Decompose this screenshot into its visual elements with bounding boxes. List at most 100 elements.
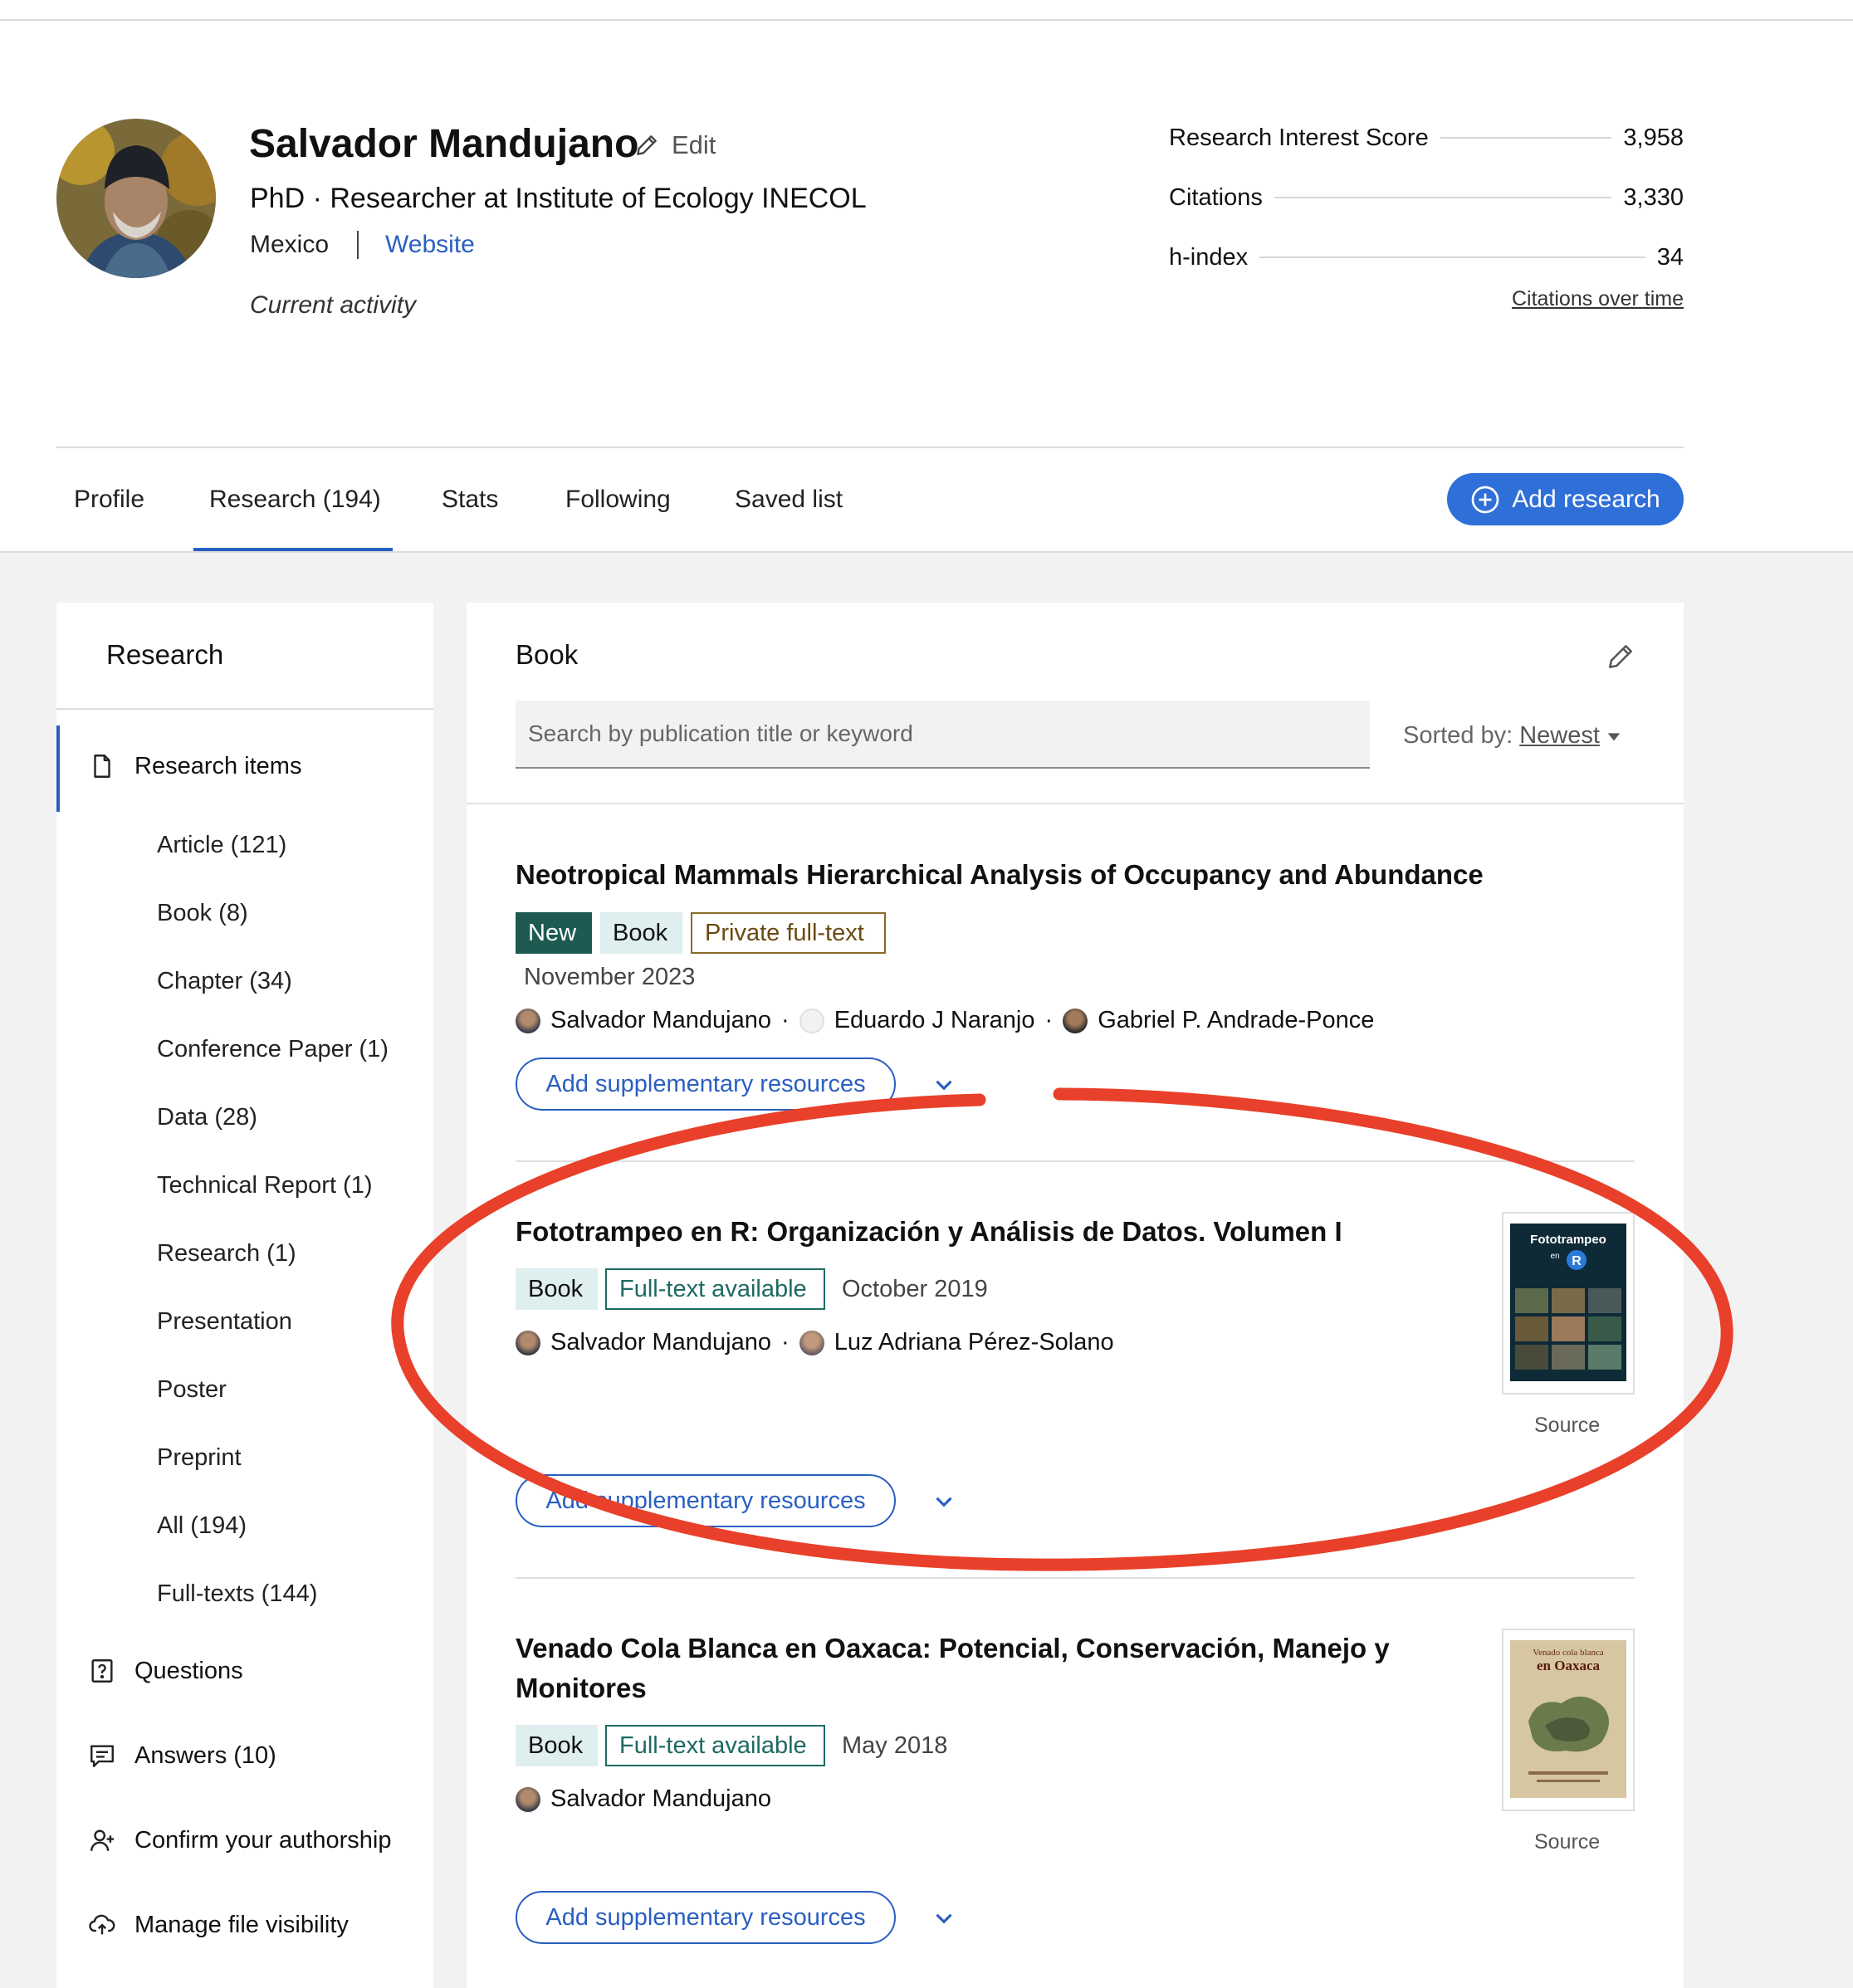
expand-button[interactable]	[930, 1487, 958, 1520]
sidebar-item-label: Manage file visibility	[134, 1911, 349, 1938]
author-name[interactable]: Gabriel P. Andrade-Ponce	[1098, 1007, 1374, 1034]
plus-circle-icon	[1471, 486, 1499, 513]
tab-profile[interactable]: Profile	[74, 486, 144, 514]
add-supplementary-resources-button[interactable]: Add supplementary resources	[516, 1474, 896, 1527]
sidebar-item-confirm-authorship[interactable]: Confirm your authorship	[88, 1826, 391, 1854]
publication-divider	[516, 1577, 1635, 1579]
full-text-available-badge: Full-text available	[605, 1268, 825, 1310]
sidebar-item-manage-file-visibility[interactable]: Manage file visibility	[88, 1911, 349, 1939]
thumbnail-source-label: Source	[1534, 1830, 1601, 1854]
pencil-icon	[1609, 645, 1632, 668]
thumbnail-source-label: Source	[1534, 1414, 1601, 1437]
author-avatar	[516, 1786, 540, 1812]
author-separator: ·	[1044, 1007, 1054, 1033]
question-icon	[91, 1659, 113, 1683]
sidebar-item-answers[interactable]: Answers (10)	[88, 1741, 276, 1770]
cover-r-logo: R	[1572, 1254, 1582, 1268]
author-separator: ·	[781, 1329, 790, 1355]
edit-label: Edit	[672, 130, 716, 159]
publication-title[interactable]: Fototrampeo en R: Organización y Análisi…	[516, 1212, 1445, 1252]
panel-title: Book	[516, 639, 579, 670]
add-supplementary-resources-button[interactable]: Add supplementary resources	[516, 1057, 896, 1111]
book-cover-thumbnail[interactable]: Fototrampeo en R	[1502, 1212, 1635, 1395]
sidebar-sub-research[interactable]: Research (1)	[157, 1240, 296, 1268]
stat-label: Citations	[1169, 183, 1263, 211]
sidebar-item-questions[interactable]: Questions	[88, 1657, 243, 1685]
answers-icon	[90, 1745, 114, 1767]
sort-label: Sorted by:	[1403, 722, 1513, 749]
tab-research[interactable]: Research (194)	[209, 486, 381, 514]
book-cover-thumbnail[interactable]: Venado cola blanca en Oaxaca	[1502, 1629, 1635, 1811]
tab-saved-list[interactable]: Saved list	[735, 486, 843, 514]
website-link[interactable]: Website	[385, 231, 475, 259]
book-badge: Book	[516, 1725, 598, 1766]
stat-citations: Citations 3,330	[1169, 181, 1684, 214]
stat-leader-line	[1259, 256, 1645, 258]
sidebar-sub-full-texts[interactable]: Full-texts (144)	[157, 1580, 317, 1608]
publication-divider	[516, 1160, 1635, 1162]
sidebar-sub-chapter[interactable]: Chapter (34)	[157, 968, 292, 995]
expand-button[interactable]	[930, 1904, 958, 1937]
location-line: Mexico Website	[250, 231, 475, 259]
document-icon	[94, 755, 110, 778]
publication-title[interactable]: Neotropical Mammals Hierarchical Analysi…	[516, 855, 1628, 895]
expand-button[interactable]	[930, 1071, 958, 1103]
edit-profile-button[interactable]: Edit	[633, 130, 716, 160]
stat-leader-line	[1274, 197, 1612, 198]
cover-title: Fototrampeo	[1530, 1233, 1606, 1247]
publication-date: October 2019	[842, 1276, 988, 1302]
caret-down-icon	[1607, 732, 1621, 740]
edit-section-button[interactable]	[1605, 641, 1636, 677]
new-badge: New	[516, 912, 592, 954]
sidebar-sub-data[interactable]: Data (28)	[157, 1104, 257, 1131]
author-name[interactable]: Salvador Mandujano	[550, 1329, 771, 1356]
sidebar-item-label: Research items	[134, 752, 302, 779]
profile-name: Salvador Mandujano	[249, 122, 639, 166]
current-activity-link[interactable]: Current activity	[250, 291, 416, 320]
chevron-down-icon	[936, 1080, 952, 1091]
author-avatar	[1063, 1008, 1088, 1033]
author-name[interactable]: Eduardo J Naranjo	[834, 1007, 1035, 1034]
author-avatar	[516, 1008, 540, 1033]
cover-subtitle: en	[1550, 1252, 1559, 1261]
sidebar-sub-book[interactable]: Book (8)	[157, 900, 248, 927]
stat-label: h-index	[1169, 243, 1249, 271]
avatar[interactable]	[56, 119, 216, 278]
add-research-button[interactable]: Add research	[1447, 473, 1684, 525]
sidebar-sub-presentation[interactable]: Presentation	[157, 1308, 292, 1336]
add-research-label: Add research	[1512, 485, 1660, 513]
author-name[interactable]: Salvador Mandujano	[550, 1007, 771, 1034]
stat-h-index: h-index 34	[1169, 241, 1684, 274]
stat-label: Research Interest Score	[1169, 124, 1429, 151]
search-input[interactable]: Search by publication title or keyword	[516, 701, 1370, 769]
publication-title[interactable]: Venado Cola Blanca en Oaxaca: Potencial,…	[516, 1629, 1429, 1708]
sidebar-divider	[56, 708, 433, 710]
sidebar-sub-preprint[interactable]: Preprint	[157, 1444, 242, 1472]
sidebar-sub-conference-paper[interactable]: Conference Paper (1)	[157, 1036, 389, 1063]
author-avatar	[516, 1330, 540, 1355]
author-avatar	[799, 1330, 824, 1355]
sidebar-item-label: Questions	[134, 1657, 243, 1684]
sidebar-title: Research	[106, 639, 224, 670]
private-full-text-badge: Private full-text	[691, 912, 886, 954]
publication-date: May 2018	[842, 1732, 948, 1759]
citations-over-time-link[interactable]: Citations over time	[1453, 287, 1684, 311]
profile-location: Mexico	[250, 231, 330, 258]
tab-following[interactable]: Following	[565, 486, 671, 514]
sidebar-sub-all[interactable]: All (194)	[157, 1512, 247, 1540]
author-name[interactable]: Luz Adriana Pérez-Solano	[834, 1329, 1114, 1356]
stat-value: 3,330	[1623, 183, 1684, 211]
sidebar-sub-article[interactable]: Article (121)	[157, 832, 286, 859]
stat-research-interest: Research Interest Score 3,958	[1169, 121, 1684, 154]
separator	[357, 231, 359, 259]
sort-dropdown[interactable]: Sorted by: Newest	[1403, 722, 1621, 750]
cover-title: Venado cola blanca	[1533, 1648, 1604, 1658]
sidebar-sub-technical-report[interactable]: Technical Report (1)	[157, 1172, 373, 1199]
stat-value: 3,958	[1623, 124, 1684, 151]
sidebar-sub-poster[interactable]: Poster	[157, 1376, 227, 1404]
author-name[interactable]: Salvador Mandujano	[550, 1785, 771, 1813]
add-user-icon	[90, 1829, 115, 1851]
tab-stats[interactable]: Stats	[442, 486, 498, 514]
add-supplementary-resources-button[interactable]: Add supplementary resources	[516, 1891, 896, 1944]
sidebar-item-research-items[interactable]: Research items	[88, 752, 301, 780]
